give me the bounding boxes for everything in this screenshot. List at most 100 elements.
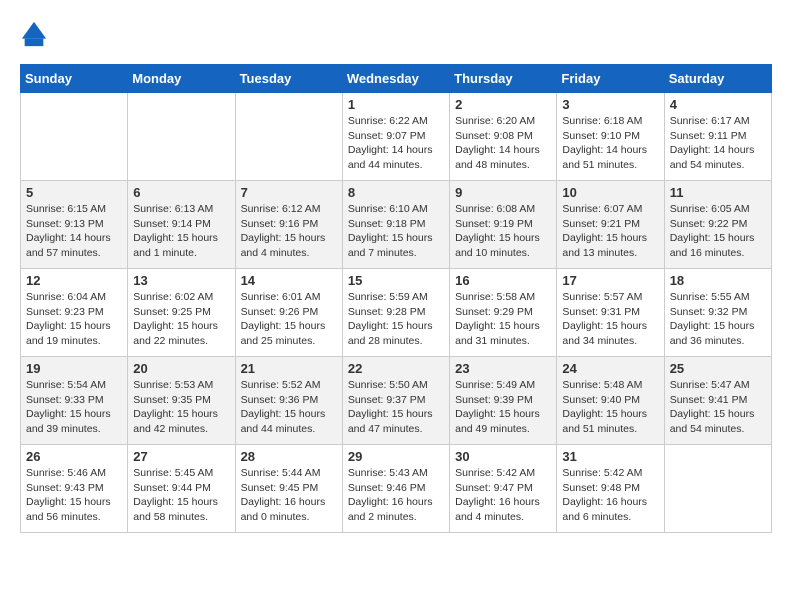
day-number: 23 xyxy=(455,361,551,376)
day-number: 1 xyxy=(348,97,444,112)
day-content: Sunrise: 6:07 AM Sunset: 9:21 PM Dayligh… xyxy=(562,202,658,261)
calendar-cell: 27Sunrise: 5:45 AM Sunset: 9:44 PM Dayli… xyxy=(128,445,235,533)
calendar-cell: 5 Sunrise: 6:15 AM Sunset: 9:13 PM Daylig… xyxy=(21,181,128,269)
day-content: Sunrise: 6:05 AM Sunset: 9:22 PM Dayligh… xyxy=(670,202,766,261)
day-content: Sunrise: 6:12 AM Sunset: 9:16 PM Dayligh… xyxy=(241,202,337,261)
calendar-cell: 7 Sunrise: 6:12 AM Sunset: 9:16 PM Daylig… xyxy=(235,181,342,269)
day-number: 31 xyxy=(562,449,658,464)
weekday-header-row: SundayMondayTuesdayWednesdayThursdayFrid… xyxy=(21,65,772,93)
calendar-cell: 25 Sunrise: 5:47 AM Sunset: 9:41 PM Dayli… xyxy=(664,357,771,445)
calendar-cell: 21 Sunrise: 5:52 AM Sunset: 9:36 PM Dayli… xyxy=(235,357,342,445)
day-number: 16 xyxy=(455,273,551,288)
day-content: Sunrise: 6:13 AM Sunset: 9:14 PM Dayligh… xyxy=(133,202,229,261)
calendar-cell: 28 Sunrise: 5:44 AM Sunset: 9:45 PM Dayli… xyxy=(235,445,342,533)
day-number: 10 xyxy=(562,185,658,200)
day-content: Sunrise: 5:43 AM Sunset: 9:46 PM Dayligh… xyxy=(348,466,444,525)
calendar-cell: 6Sunrise: 6:13 AM Sunset: 9:14 PM Daylig… xyxy=(128,181,235,269)
day-content: Sunrise: 5:46 AM Sunset: 9:43 PM Dayligh… xyxy=(26,466,122,525)
day-number: 21 xyxy=(241,361,337,376)
calendar-cell xyxy=(21,93,128,181)
calendar-cell: 18 Sunrise: 5:55 AM Sunset: 9:32 PM Dayli… xyxy=(664,269,771,357)
day-content: Sunrise: 6:08 AM Sunset: 9:19 PM Dayligh… xyxy=(455,202,551,261)
day-content: Sunrise: 5:42 AM Sunset: 9:47 PM Dayligh… xyxy=(455,466,551,525)
calendar-cell: 2 Sunrise: 6:20 AM Sunset: 9:08 PM Daylig… xyxy=(450,93,557,181)
day-number: 26 xyxy=(26,449,122,464)
day-number: 24 xyxy=(562,361,658,376)
day-number: 3 xyxy=(562,97,658,112)
day-content: Sunrise: 6:04 AM Sunset: 9:23 PM Dayligh… xyxy=(26,290,122,349)
day-content: Sunrise: 6:01 AM Sunset: 9:26 PM Dayligh… xyxy=(241,290,337,349)
calendar-cell: 15 Sunrise: 5:59 AM Sunset: 9:28 PM Dayli… xyxy=(342,269,449,357)
day-number: 5 xyxy=(26,185,122,200)
logo xyxy=(20,20,52,48)
day-content: Sunrise: 5:42 AM Sunset: 9:48 PM Dayligh… xyxy=(562,466,658,525)
day-content: Sunrise: 6:15 AM Sunset: 9:13 PM Dayligh… xyxy=(26,202,122,261)
calendar-cell: 22 Sunrise: 5:50 AM Sunset: 9:37 PM Dayli… xyxy=(342,357,449,445)
calendar-week-row: 12 Sunrise: 6:04 AM Sunset: 9:23 PM Dayli… xyxy=(21,269,772,357)
weekday-header: Wednesday xyxy=(342,65,449,93)
day-content: Sunrise: 5:54 AM Sunset: 9:33 PM Dayligh… xyxy=(26,378,122,437)
calendar-cell: 19 Sunrise: 5:54 AM Sunset: 9:33 PM Dayli… xyxy=(21,357,128,445)
day-content: Sunrise: 5:57 AM Sunset: 9:31 PM Dayligh… xyxy=(562,290,658,349)
calendar-week-row: 26 Sunrise: 5:46 AM Sunset: 9:43 PM Dayli… xyxy=(21,445,772,533)
day-content: Sunrise: 6:02 AM Sunset: 9:25 PM Dayligh… xyxy=(133,290,229,349)
day-number: 22 xyxy=(348,361,444,376)
calendar-cell xyxy=(128,93,235,181)
calendar-cell: 10 Sunrise: 6:07 AM Sunset: 9:21 PM Dayli… xyxy=(557,181,664,269)
day-number: 11 xyxy=(670,185,766,200)
weekday-header: Thursday xyxy=(450,65,557,93)
day-number: 9 xyxy=(455,185,551,200)
calendar-table: SundayMondayTuesdayWednesdayThursdayFrid… xyxy=(20,64,772,533)
day-number: 4 xyxy=(670,97,766,112)
day-content: Sunrise: 5:59 AM Sunset: 9:28 PM Dayligh… xyxy=(348,290,444,349)
day-content: Sunrise: 6:22 AM Sunset: 9:07 PM Dayligh… xyxy=(348,114,444,173)
day-content: Sunrise: 5:52 AM Sunset: 9:36 PM Dayligh… xyxy=(241,378,337,437)
calendar-cell: 31 Sunrise: 5:42 AM Sunset: 9:48 PM Dayli… xyxy=(557,445,664,533)
calendar-cell: 30 Sunrise: 5:42 AM Sunset: 9:47 PM Dayli… xyxy=(450,445,557,533)
day-number: 17 xyxy=(562,273,658,288)
calendar-cell: 9 Sunrise: 6:08 AM Sunset: 9:19 PM Daylig… xyxy=(450,181,557,269)
calendar-cell: 11 Sunrise: 6:05 AM Sunset: 9:22 PM Dayli… xyxy=(664,181,771,269)
day-number: 13 xyxy=(133,273,229,288)
day-number: 25 xyxy=(670,361,766,376)
weekday-header: Friday xyxy=(557,65,664,93)
day-content: Sunrise: 5:50 AM Sunset: 9:37 PM Dayligh… xyxy=(348,378,444,437)
calendar-cell xyxy=(664,445,771,533)
calendar-week-row: 5 Sunrise: 6:15 AM Sunset: 9:13 PM Daylig… xyxy=(21,181,772,269)
weekday-header: Monday xyxy=(128,65,235,93)
weekday-header: Tuesday xyxy=(235,65,342,93)
calendar-cell: 1 Sunrise: 6:22 AM Sunset: 9:07 PM Daylig… xyxy=(342,93,449,181)
day-number: 7 xyxy=(241,185,337,200)
day-number: 27 xyxy=(133,449,229,464)
day-number: 2 xyxy=(455,97,551,112)
calendar-cell: 14Sunrise: 6:01 AM Sunset: 9:26 PM Dayli… xyxy=(235,269,342,357)
calendar-cell: 12 Sunrise: 6:04 AM Sunset: 9:23 PM Dayli… xyxy=(21,269,128,357)
calendar-cell: 20Sunrise: 5:53 AM Sunset: 9:35 PM Dayli… xyxy=(128,357,235,445)
calendar-cell xyxy=(235,93,342,181)
day-number: 28 xyxy=(241,449,337,464)
day-number: 18 xyxy=(670,273,766,288)
calendar-cell: 16 Sunrise: 5:58 AM Sunset: 9:29 PM Dayli… xyxy=(450,269,557,357)
day-content: Sunrise: 6:20 AM Sunset: 9:08 PM Dayligh… xyxy=(455,114,551,173)
day-content: Sunrise: 5:44 AM Sunset: 9:45 PM Dayligh… xyxy=(241,466,337,525)
calendar-week-row: 19 Sunrise: 5:54 AM Sunset: 9:33 PM Dayli… xyxy=(21,357,772,445)
day-content: Sunrise: 5:58 AM Sunset: 9:29 PM Dayligh… xyxy=(455,290,551,349)
day-content: Sunrise: 5:49 AM Sunset: 9:39 PM Dayligh… xyxy=(455,378,551,437)
logo-icon xyxy=(20,20,48,48)
day-content: Sunrise: 5:55 AM Sunset: 9:32 PM Dayligh… xyxy=(670,290,766,349)
day-number: 12 xyxy=(26,273,122,288)
calendar-cell: 24 Sunrise: 5:48 AM Sunset: 9:40 PM Dayli… xyxy=(557,357,664,445)
day-number: 29 xyxy=(348,449,444,464)
day-content: Sunrise: 5:48 AM Sunset: 9:40 PM Dayligh… xyxy=(562,378,658,437)
day-number: 30 xyxy=(455,449,551,464)
calendar-cell: 3Sunrise: 6:18 AM Sunset: 9:10 PM Daylig… xyxy=(557,93,664,181)
calendar-cell: 13 Sunrise: 6:02 AM Sunset: 9:25 PM Dayli… xyxy=(128,269,235,357)
day-content: Sunrise: 5:47 AM Sunset: 9:41 PM Dayligh… xyxy=(670,378,766,437)
day-number: 19 xyxy=(26,361,122,376)
calendar-cell: 23 Sunrise: 5:49 AM Sunset: 9:39 PM Dayli… xyxy=(450,357,557,445)
day-content: Sunrise: 6:17 AM Sunset: 9:11 PM Dayligh… xyxy=(670,114,766,173)
calendar-cell: 29 Sunrise: 5:43 AM Sunset: 9:46 PM Dayli… xyxy=(342,445,449,533)
calendar-cell: 17 Sunrise: 5:57 AM Sunset: 9:31 PM Dayli… xyxy=(557,269,664,357)
day-number: 20 xyxy=(133,361,229,376)
day-number: 15 xyxy=(348,273,444,288)
